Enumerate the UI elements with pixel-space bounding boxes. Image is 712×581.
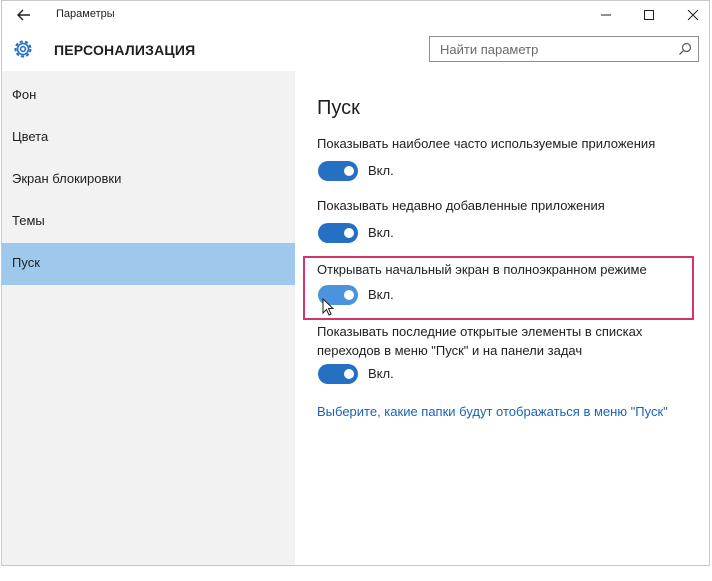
toggle-knob xyxy=(344,166,354,176)
main-content: Пуск Показывать наиболее часто используе… xyxy=(295,71,709,565)
toggle-state-label: Вкл. xyxy=(368,366,394,381)
settings-header: ПЕРСОНАЛИЗАЦИЯ Найти параметр xyxy=(2,29,709,71)
window-title: Параметры xyxy=(56,8,115,20)
toggle-knob xyxy=(344,228,354,238)
sidebar-item-start[interactable]: Пуск xyxy=(2,243,295,285)
sidebar-item-label: Темы xyxy=(12,213,45,228)
title-bar: Параметры xyxy=(2,1,709,29)
sidebar-item-label: Фон xyxy=(12,87,37,102)
toggle-recently-added[interactable] xyxy=(318,223,358,243)
back-arrow-icon xyxy=(17,9,30,21)
back-button[interactable] xyxy=(12,4,36,26)
sidebar-item-label: Цвета xyxy=(12,129,49,144)
toggle-state-label: Вкл. xyxy=(368,287,394,302)
gear-icon xyxy=(11,37,35,61)
section-title: ПЕРСОНАЛИЗАЦИЯ xyxy=(54,42,196,58)
option-label-recently-added: Показывать недавно добавленные приложени… xyxy=(317,198,605,213)
sidebar-item-background[interactable]: Фон xyxy=(2,75,295,117)
toggle-knob xyxy=(344,290,354,300)
minimize-icon xyxy=(601,14,611,16)
minimize-button[interactable] xyxy=(591,5,621,25)
mouse-cursor-icon xyxy=(322,298,334,316)
option-label-fullscreen-start: Открывать начальный экран в полноэкранно… xyxy=(317,262,647,277)
search-icon[interactable] xyxy=(678,42,692,56)
toggle-recent-items[interactable] xyxy=(318,364,358,384)
choose-folders-link[interactable]: Выберите, какие папки будут отображаться… xyxy=(317,404,668,419)
sidebar-item-label: Пуск xyxy=(12,255,40,270)
toggle-most-used[interactable] xyxy=(318,161,358,181)
settings-window: Параметры ПЕРСОНАЛИЗАЦИЯ Найти параметр … xyxy=(1,0,710,566)
maximize-button[interactable] xyxy=(634,5,664,25)
search-placeholder: Найти параметр xyxy=(440,42,539,57)
sidebar-item-themes[interactable]: Темы xyxy=(2,201,295,243)
sidebar-item-label: Экран блокировки xyxy=(12,171,122,186)
option-label-recent-items: Показывать последние открытые элементы в… xyxy=(317,324,643,358)
close-button[interactable] xyxy=(678,5,708,25)
maximize-icon xyxy=(644,10,654,20)
toggle-state-label: Вкл. xyxy=(368,225,394,240)
page-title: Пуск xyxy=(317,97,360,119)
option-label-most-used: Показывать наиболее часто используемые п… xyxy=(317,136,656,151)
toggle-knob xyxy=(344,369,354,379)
sidebar-item-colors[interactable]: Цвета xyxy=(2,117,295,159)
search-input[interactable]: Найти параметр xyxy=(429,36,699,62)
toggle-state-label: Вкл. xyxy=(368,163,394,178)
sidebar: Фон Цвета Экран блокировки Темы Пуск xyxy=(2,71,295,565)
sidebar-item-lock-screen[interactable]: Экран блокировки xyxy=(2,159,295,201)
close-icon xyxy=(687,9,699,21)
